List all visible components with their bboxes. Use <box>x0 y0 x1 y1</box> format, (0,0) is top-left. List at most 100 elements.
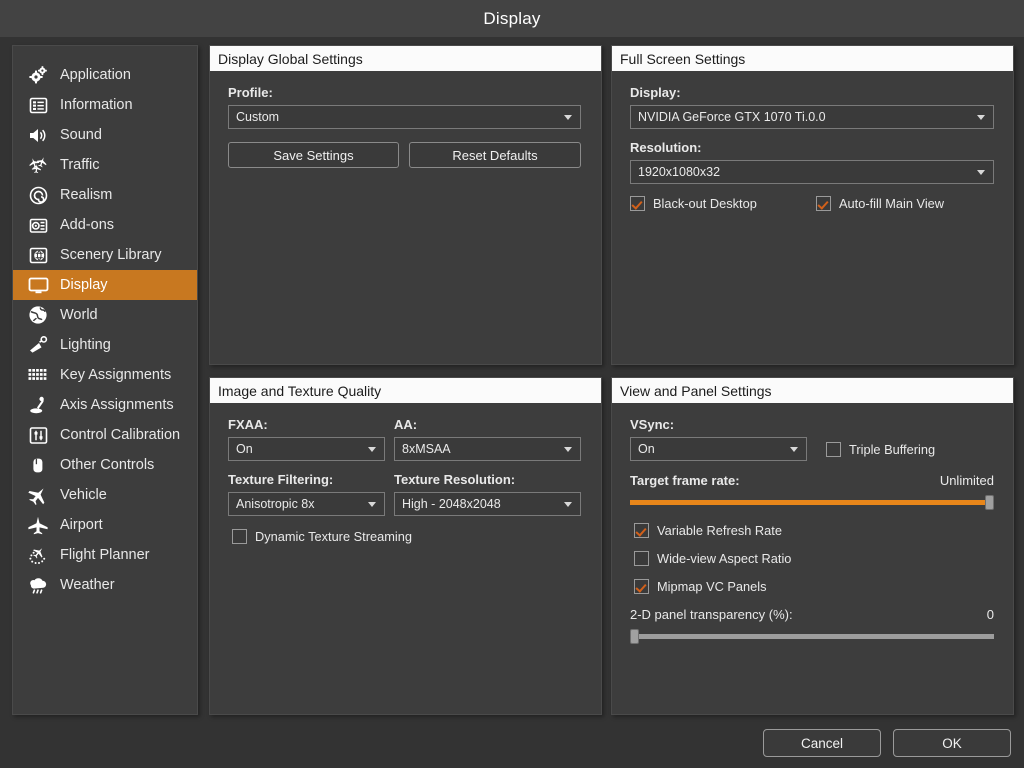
sidebar-item-lighting[interactable]: Lighting <box>13 330 197 360</box>
ok-button[interactable]: OK <box>893 729 1011 757</box>
yoke-icon <box>25 454 51 476</box>
keyboard-icon <box>25 364 51 386</box>
texture-filtering-label: Texture Filtering: <box>228 472 334 487</box>
variable-refresh-rate-checkbox[interactable]: Variable Refresh Rate <box>634 523 995 538</box>
target-frame-rate-label: Target frame rate: <box>630 473 740 488</box>
sidebar-item-control-calibration[interactable]: Control Calibration <box>13 420 197 450</box>
cancel-button[interactable]: Cancel <box>763 729 881 757</box>
autofill-main-view-checkbox[interactable]: Auto-fill Main View <box>816 196 944 211</box>
texture-filtering-select[interactable]: Anisotropic 8x <box>228 492 385 516</box>
slider-thumb[interactable] <box>985 495 994 510</box>
sidebar-item-sound[interactable]: Sound <box>13 120 197 150</box>
cloud-rain-icon <box>25 574 51 596</box>
sidebar-item-label: Key Assignments <box>60 367 172 383</box>
fxaa-select-value: On <box>236 442 253 456</box>
sidebar-item-display[interactable]: Display <box>13 270 197 300</box>
chevron-down-icon <box>564 115 572 120</box>
traffic-aircraft-icon <box>25 154 51 176</box>
page-title: Display <box>483 8 541 28</box>
sidebar-item-application[interactable]: Application <box>13 60 197 90</box>
joystick-icon <box>25 394 51 416</box>
variable-refresh-rate-label: Variable Refresh Rate <box>657 523 782 538</box>
mipmap-vc-panels-checkbox[interactable]: Mipmap VC Panels <box>634 579 995 594</box>
sidebar-item-label: Axis Assignments <box>60 397 174 413</box>
sidebar-item-label: Sound <box>60 127 102 143</box>
addon-module-icon <box>25 214 51 236</box>
autofill-main-view-label: Auto-fill Main View <box>839 196 945 211</box>
checkbox-box <box>816 196 831 211</box>
sidebar-item-information[interactable]: Information <box>13 90 197 120</box>
triple-buffering-label: Triple Buffering <box>849 441 936 457</box>
sidebar-item-label: Traffic <box>60 157 100 173</box>
mipmap-vc-panels-label: Mipmap VC Panels <box>657 579 767 594</box>
chevron-down-icon <box>790 447 798 452</box>
panel-full-screen-settings: Full Screen Settings Display: NVIDIA GeF… <box>611 45 1014 365</box>
checkbox-box <box>232 529 247 544</box>
triple-buffering-checkbox[interactable]: Triple Buffering <box>826 441 936 457</box>
texture-resolution-label: Texture Resolution: <box>394 472 516 487</box>
sidebar-item-traffic[interactable]: Traffic <box>13 150 197 180</box>
flightplan-icon <box>25 544 51 566</box>
fxaa-select[interactable]: On <box>228 437 385 461</box>
texture-filtering-select-value: Anisotropic 8x <box>236 497 315 511</box>
sidebar-item-flight-planner[interactable]: Flight Planner <box>13 540 197 570</box>
target-frame-rate-slider[interactable] <box>630 495 994 510</box>
sidebar-item-label: Airport <box>60 517 103 533</box>
panel-header: Display Global Settings <box>210 46 601 71</box>
sidebar-item-airport[interactable]: Airport <box>13 510 197 540</box>
sidebar-item-label: Control Calibration <box>60 427 181 443</box>
profile-select[interactable]: Custom <box>228 105 581 129</box>
sidebar-item-label: Application <box>60 67 131 83</box>
sidebar-item-label: Vehicle <box>60 487 107 503</box>
resolution-select-value: 1920x1080x32 <box>638 165 721 179</box>
panel-title: Image and Texture Quality <box>218 382 382 399</box>
vsync-select[interactable]: On <box>630 437 807 461</box>
list-card-icon <box>25 94 51 116</box>
chevron-down-icon <box>977 115 985 120</box>
chevron-down-icon <box>368 502 376 507</box>
panel-title: Display Global Settings <box>218 50 363 67</box>
fxaa-label: FXAA: <box>228 417 268 432</box>
sidebar-item-vehicle[interactable]: Vehicle <box>13 480 197 510</box>
panel-body: VSync: On Triple Buffering Target frame … <box>612 403 1013 644</box>
sidebar-item-realism[interactable]: Realism <box>13 180 197 210</box>
sidebar-item-weather[interactable]: Weather <box>13 570 197 600</box>
panel-header: Full Screen Settings <box>612 46 1013 71</box>
slider-thumb[interactable] <box>630 629 639 644</box>
lamp-icon <box>25 334 51 356</box>
target-frame-rate-value: Unlimited <box>939 473 994 488</box>
monitor-icon <box>25 274 51 296</box>
sidebar-item-label: Other Controls <box>60 457 155 473</box>
panel-display-global-settings: Display Global Settings Profile: Custom … <box>209 45 602 365</box>
vsync-select-value: On <box>638 442 655 456</box>
save-settings-button[interactable]: Save Settings <box>228 142 399 168</box>
display-label: Display: <box>630 85 681 100</box>
dynamic-texture-streaming-checkbox[interactable]: Dynamic Texture Streaming <box>232 529 583 544</box>
sidebar-item-key-assignments[interactable]: Key Assignments <box>13 360 197 390</box>
panel-view-and-panel-settings: View and Panel Settings VSync: On Triple… <box>611 377 1014 715</box>
airplane-icon <box>25 514 51 536</box>
sidebar-item-other-controls[interactable]: Other Controls <box>13 450 197 480</box>
sidebar-item-add-ons[interactable]: Add-ons <box>13 210 197 240</box>
chevron-down-icon <box>368 447 376 452</box>
panel-body: FXAA: On AA: 8xMSAA Texture Filtering: A… <box>210 403 601 544</box>
sidebar-item-axis-assignments[interactable]: Axis Assignments <box>13 390 197 420</box>
sidebar-item-world[interactable]: World <box>13 300 197 330</box>
aa-select[interactable]: 8xMSAA <box>394 437 581 461</box>
panel-body: Profile: Custom Save Settings Reset Defa… <box>210 71 601 168</box>
panel-transparency-slider[interactable] <box>630 629 994 644</box>
aa-label: AA: <box>394 417 418 432</box>
sidebar-item-scenery-library[interactable]: Scenery Library <box>13 240 197 270</box>
texture-resolution-select[interactable]: High - 2048x2048 <box>394 492 581 516</box>
sidebar-item-label: Lighting <box>60 337 111 353</box>
speaker-icon <box>25 124 51 146</box>
dynamic-texture-streaming-label: Dynamic Texture Streaming <box>255 529 412 544</box>
blackout-desktop-checkbox[interactable]: Black-out Desktop <box>630 196 816 211</box>
sidebar-item-label: Flight Planner <box>60 547 150 563</box>
reset-defaults-button[interactable]: Reset Defaults <box>409 142 581 168</box>
panel-body: Display: NVIDIA GeForce GTX 1070 Ti.0.0 … <box>612 71 1013 211</box>
aa-select-value: 8xMSAA <box>402 442 451 456</box>
display-select[interactable]: NVIDIA GeForce GTX 1070 Ti.0.0 <box>630 105 994 129</box>
wide-view-aspect-ratio-checkbox[interactable]: Wide-view Aspect Ratio <box>634 551 995 566</box>
resolution-select[interactable]: 1920x1080x32 <box>630 160 994 184</box>
